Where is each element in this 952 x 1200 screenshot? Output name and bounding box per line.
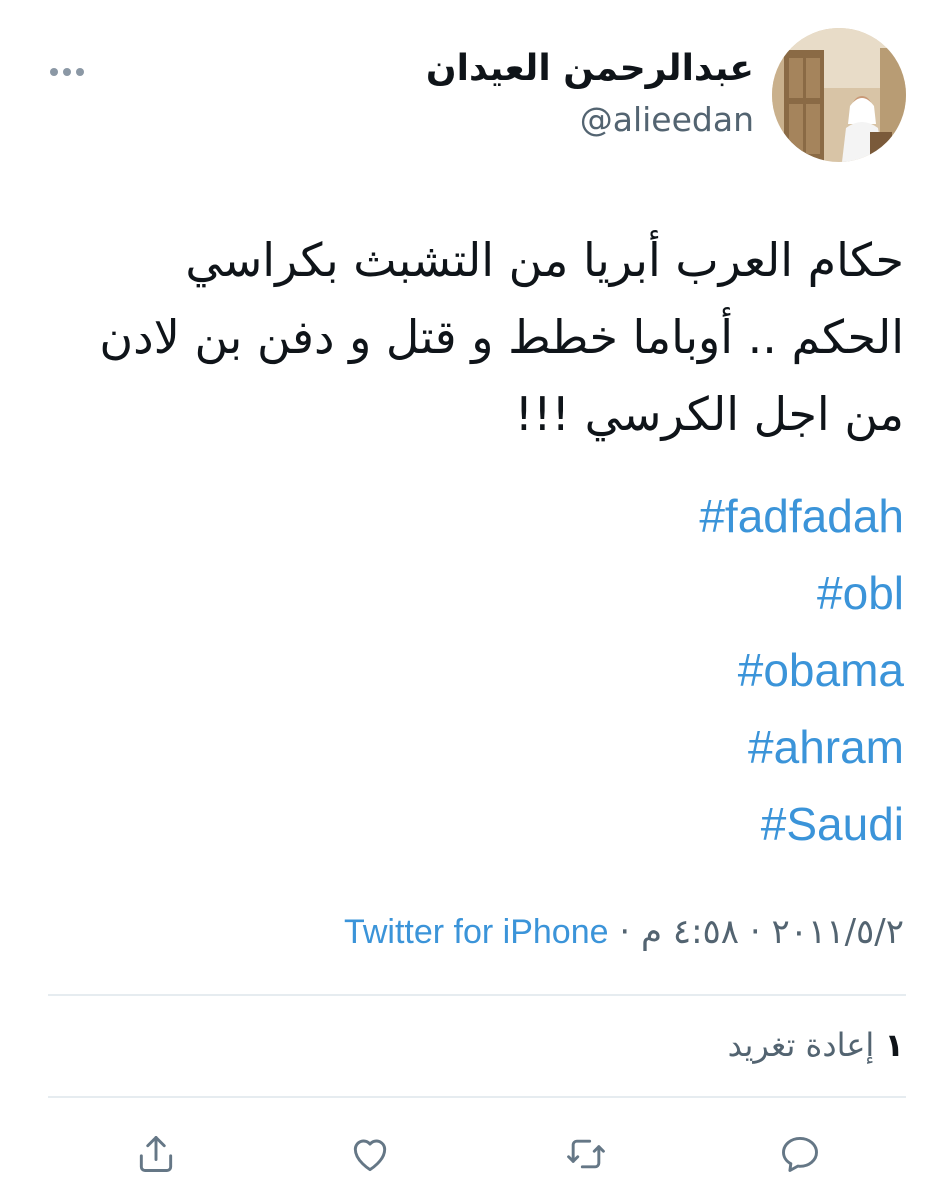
meta-separator: ·	[749, 912, 761, 952]
divider	[48, 994, 906, 996]
hashtag-link[interactable]: #obama	[304, 632, 904, 709]
tweet-text: حكام العرب أبريا من التشبث بكراسي الحكم …	[44, 222, 904, 453]
divider	[48, 1096, 906, 1098]
share-icon[interactable]	[126, 1124, 186, 1184]
reply-icon[interactable]	[770, 1124, 830, 1184]
hashtag-link[interactable]: #ahram	[304, 709, 904, 786]
tweet-text-line: حكام العرب أبريا من التشبث بكراسي	[185, 233, 904, 287]
display-name[interactable]: عبدالرحمن العيدان	[426, 48, 754, 89]
retweet-stats[interactable]: ١ إعادة تغريد	[728, 1026, 904, 1064]
tweet-source-link[interactable]: Twitter for iPhone	[344, 913, 609, 951]
tweet-date: ٢٠١١/٥/٢	[771, 912, 904, 952]
tweet-text-line: الحكم .. أوباما خطط و قتل و دفن بن لادن	[99, 310, 904, 364]
hashtag-link[interactable]: #fadfadah	[304, 478, 904, 555]
tweet-header: عبدالرحمن العيدان @alieedan	[0, 0, 952, 180]
hashtag-link[interactable]: #obl	[304, 555, 904, 632]
tweet-meta: ٢٠١١/٥/٢ · ٤:٥٨ م · Twitter for iPhone	[44, 912, 904, 952]
action-bar	[0, 1124, 952, 1184]
hashtag-link[interactable]: #Saudi	[304, 786, 904, 863]
like-icon[interactable]	[340, 1124, 400, 1184]
retweet-icon[interactable]	[556, 1124, 616, 1184]
hashtag-list: #fadfadah #obl #obama #ahram #Saudi	[304, 478, 904, 863]
retweet-label: إعادة تغريد	[727, 1026, 875, 1064]
avatar[interactable]	[772, 28, 906, 162]
tweet-time: ٤:٥٨ م	[640, 912, 740, 952]
avatar-image	[772, 28, 906, 162]
more-icon[interactable]	[50, 58, 84, 86]
meta-separator: ·	[619, 912, 631, 952]
tweet-text-line: من اجل الكرسي !!!	[514, 387, 904, 441]
user-handle[interactable]: @alieedan	[580, 100, 754, 139]
retweet-count: ١	[884, 1026, 904, 1064]
